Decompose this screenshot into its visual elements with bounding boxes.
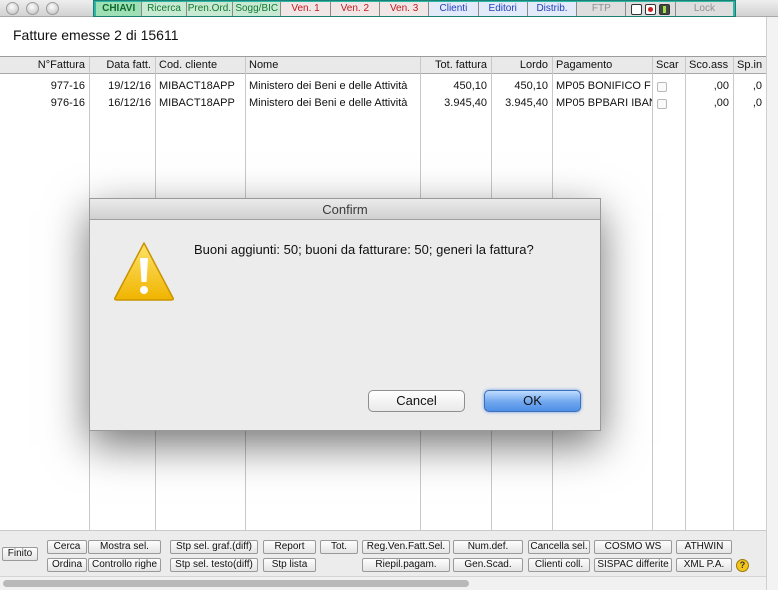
column-header-scar[interactable]: Scar [652,57,685,74]
cell-spese: ,0 [752,80,762,92]
help-icon[interactable]: ? [736,559,749,572]
zoom-window-button[interactable] [46,2,59,15]
riepil-pagam-button[interactable]: Riepil.pagam. [362,558,450,572]
stp-sel-graf-button[interactable]: Stp sel. graf.(diff) [170,540,258,554]
warning-icon [114,242,174,301]
scar-checkbox[interactable] [657,99,667,109]
toolbar-ftp-button[interactable]: FTP [577,2,627,16]
printer-icon[interactable] [631,3,643,15]
cell-cliente: MIBACT18APP [159,97,235,109]
vertical-scrollbar[interactable] [766,17,778,590]
column-header-numero[interactable]: N°Fattura [0,57,89,74]
bottom-button-bar: Finito Cerca Ordina Mostra sel. Controll… [0,530,766,576]
cell-spese: ,0 [752,97,762,109]
toolbar-ven1-button[interactable]: Ven. 1 [281,2,331,16]
toolbar-sogg-bic-button[interactable]: Sogg/BIC [233,2,282,16]
cell-sconto: ,00 [713,97,729,109]
controllo-righe-button[interactable]: Controllo righe [88,558,161,572]
mostra-sel-button[interactable]: Mostra sel. [88,540,161,554]
toolbar-chiavi-button[interactable]: CHIAVI [96,2,143,16]
close-window-button[interactable] [6,2,19,15]
page-title: Fatture emesse 2 di 15611 [13,27,179,43]
cell-numero: 977-16 [50,80,85,92]
toolbar-pren-ord-button[interactable]: Pren.Ord. [186,2,234,16]
column-header-sconto[interactable]: Sco.ass [685,57,733,74]
cell-nome: Ministero dei Beni e delle Attività [249,80,408,92]
stp-lista-button[interactable]: Stp lista [263,558,316,572]
cancel-button[interactable]: Cancel [368,390,465,412]
column-header-spese[interactable]: Sp.in [733,57,766,74]
finito-button[interactable]: Finito [2,547,38,561]
minimize-window-button[interactable] [26,2,39,15]
toolbar-clienti-button[interactable]: Clienti [429,2,479,16]
report-button[interactable]: Report [263,540,316,554]
horizontal-scroll-thumb[interactable] [3,580,469,587]
column-divider [685,57,686,531]
cell-numero: 976-16 [50,97,85,109]
scar-checkbox[interactable] [657,82,667,92]
cell-lordo: 3.945,40 [505,97,548,109]
cell-pagamento: MP05 BPBARI IBAN [556,97,652,109]
reg-ven-fatt-sel-button[interactable]: Reg.Ven.Fatt.Sel. [362,540,450,554]
cell-totale: 3.945,40 [444,97,487,109]
toolbar-editori-button[interactable]: Editori [478,2,528,16]
alert-icon[interactable] [645,3,657,15]
xml-pa-button[interactable]: XML P.A. [676,558,732,572]
sispac-differite-button[interactable]: SISPAC differite [594,558,672,572]
toolbar-ven3-button[interactable]: Ven. 3 [379,2,430,16]
cell-sconto: ,00 [713,80,729,92]
clienti-coll-button[interactable]: Clienti coll. [528,558,590,572]
column-divider [652,57,653,531]
column-header-nome[interactable]: Nome [245,57,420,74]
column-divider [733,57,734,531]
toolbar-ven2-button[interactable]: Ven. 2 [330,2,380,16]
toolbar-lock-button[interactable]: Lock [675,2,734,16]
column-header-data[interactable]: Data fatt. [89,57,155,74]
table-row[interactable]: 977-16 19/12/16 MIBACT18APP Ministero de… [0,79,766,95]
dialog-message: Buoni aggiunti: 50; buoni da fatturare: … [194,242,534,257]
tot-button[interactable]: Tot. [320,540,358,554]
battery-icon[interactable] [659,3,671,15]
ok-button[interactable]: OK [484,390,581,412]
cell-data: 19/12/16 [108,80,151,92]
cell-cliente: MIBACT18APP [159,80,235,92]
cell-pagamento: MP05 BONIFICO F [556,80,651,92]
athwin-button[interactable]: ATHWIN [676,540,732,554]
column-header-totale[interactable]: Tot. fattura [420,57,491,74]
cell-data: 16/12/16 [108,97,151,109]
gen-scad-button[interactable]: Gen.Scad. [453,558,523,572]
cancella-sel-button[interactable]: Cancella sel. [528,540,590,554]
horizontal-scrollbar[interactable] [0,576,766,590]
table-row[interactable]: 976-16 16/12/16 MIBACT18APP Ministero de… [0,96,766,112]
cell-totale: 450,10 [453,80,487,92]
toolbar-ricerca-button[interactable]: Ricerca [142,2,187,16]
cerca-button[interactable]: Cerca [47,540,87,554]
num-def-button[interactable]: Num.def. [453,540,523,554]
ordina-button[interactable]: Ordina [47,558,87,572]
column-header-lordo[interactable]: Lordo [491,57,552,74]
cosmo-ws-button[interactable]: COSMO WS [594,540,672,554]
top-toolbar: CHIAVI Ricerca Pren.Ord. Sogg/BIC Ven. 1… [93,0,736,17]
dialog-title: Confirm [90,199,600,220]
confirm-dialog: Confirm Buoni aggiunti: 50; buoni da fat… [89,198,601,431]
cell-lordo: 450,10 [514,80,548,92]
toolbar-icon-group [626,2,676,16]
toolbar-distrib-button[interactable]: Distrib. [527,2,578,16]
column-header-cliente[interactable]: Cod. cliente [155,57,245,74]
column-header-pagamento[interactable]: Pagamento [552,57,652,74]
cell-nome: Ministero dei Beni e delle Attività [249,97,408,109]
stp-sel-testo-button[interactable]: Stp sel. testo(diff) [170,558,258,572]
